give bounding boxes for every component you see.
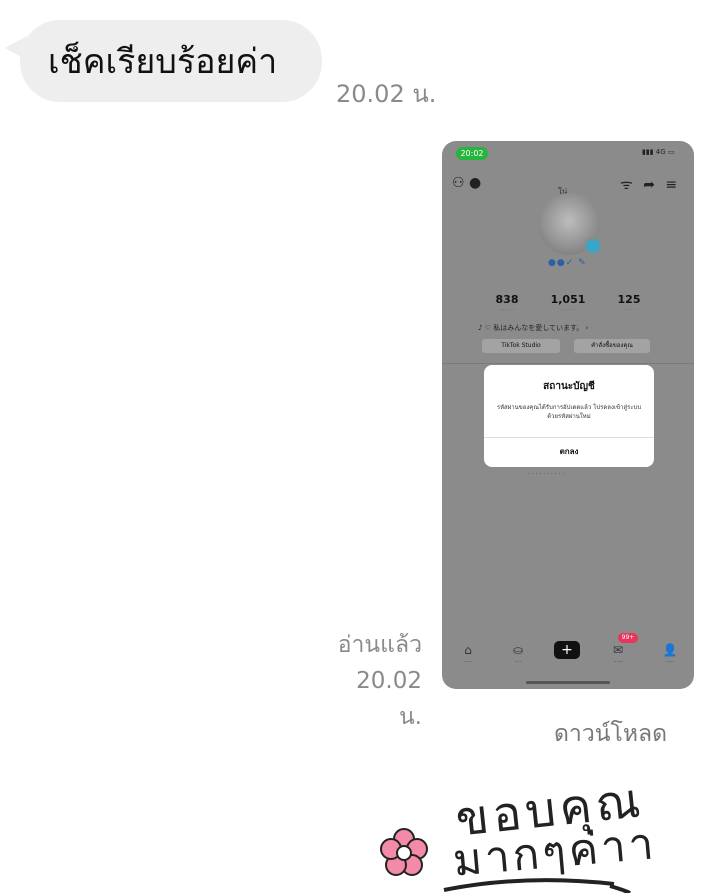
shop-icon: ⛀ ···· bbox=[512, 643, 524, 665]
add-friend-icon: ⚇ ● bbox=[452, 175, 482, 191]
dialog-title: สถานะบัญชี bbox=[543, 381, 595, 392]
stat-likes: 125 bbox=[617, 293, 641, 306]
avatar-plus-icon bbox=[584, 237, 602, 255]
empty-state-text: · · · · · · · · · · bbox=[528, 471, 565, 478]
create-plus-icon: + bbox=[554, 641, 580, 659]
inbox-badge: 99+ bbox=[618, 633, 638, 643]
studio-button: TikTok Studio bbox=[482, 339, 560, 353]
status-signal: ▮▮▮ 4G ▭ bbox=[642, 148, 675, 156]
orders-button: คำสั่งซื้อของคุณ bbox=[574, 339, 650, 353]
download-link[interactable]: ดาวน์โหลด bbox=[554, 716, 667, 752]
stat-followers: 1,051 bbox=[550, 293, 586, 306]
stat-following: 838 bbox=[495, 293, 519, 306]
profile-icon: 👤 ····· bbox=[662, 643, 678, 665]
dialog-body: รหัสผ่านของคุณได้รับการอัปเดตแล้ว โปรดลง… bbox=[496, 404, 642, 420]
inbox-icon: ✉ ······ bbox=[612, 643, 624, 665]
menu-icons: ᯤ ➦ ≡ bbox=[620, 177, 681, 193]
read-label: อ่านแล้ว bbox=[337, 632, 422, 658]
incoming-message-time: 20.02 น. bbox=[336, 80, 437, 108]
dialog-ok-button: ตกลง bbox=[559, 447, 579, 456]
profile-badges: ●●✓ ✎ bbox=[548, 258, 587, 268]
image-message-time: 20.02 น. bbox=[356, 668, 422, 730]
stat-followers-label: · · · · · bbox=[560, 307, 576, 313]
stat-following-label: · · · · · bbox=[499, 307, 515, 313]
home-icon: ⌂ ····· bbox=[464, 643, 472, 665]
account-status-dialog: สถานะบัญชี รหัสผ่านของคุณได้รับการอัปเดต… bbox=[484, 365, 654, 467]
status-time: 20:02 bbox=[456, 147, 488, 160]
profile-bio: ♪ ♡ 私はみんなを愛しています。 › bbox=[478, 324, 589, 332]
stat-likes-label: · · · · bbox=[623, 307, 635, 313]
dialog-separator bbox=[484, 437, 654, 438]
incoming-message-bubble[interactable]: เช็คเรียบร้อยค่า bbox=[20, 20, 322, 102]
incoming-message-text: เช็คเรียบร้อยค่า bbox=[48, 42, 278, 82]
tab-divider bbox=[442, 363, 694, 364]
read-receipt: อ่านแล้ว 20.02 น. bbox=[330, 627, 422, 735]
image-message[interactable]: 20:02 ▮▮▮ 4G ▭ ⚇ ● ᯤ ➦ ≡ ใน่ ●●✓ ✎ 838 ·… bbox=[442, 141, 694, 689]
home-indicator bbox=[526, 681, 610, 684]
thank-you-sticker[interactable]: ขอบคุณ มากๆค่าา bbox=[374, 772, 674, 893]
